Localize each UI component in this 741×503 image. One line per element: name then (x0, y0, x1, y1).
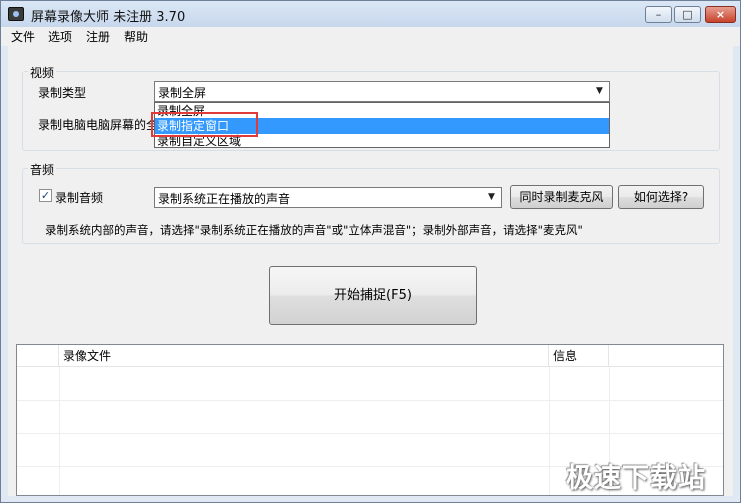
audio-source-select[interactable]: 录制系统正在播放的声音 ▼ (154, 187, 502, 208)
start-capture-button[interactable]: 开始捕捉(F5) (269, 266, 477, 325)
mic-button[interactable]: 同时录制麦克风 (510, 185, 613, 209)
menu-help[interactable]: 帮助 (124, 28, 148, 45)
title-bar: 屏幕录像大师 未注册 3.70 – □ × (1, 1, 740, 27)
how-to-choose-button[interactable]: 如何选择? (618, 185, 704, 209)
audio-source-value: 录制系统正在播放的声音 (158, 192, 291, 206)
minimize-icon: – (655, 8, 662, 21)
app-icon[interactable] (8, 7, 24, 21)
close-icon: × (715, 8, 726, 21)
site-watermark: 极速下载站 (566, 463, 706, 494)
col-index[interactable] (17, 345, 59, 367)
record-audio-checkbox[interactable]: ✓ (39, 189, 52, 202)
record-audio-label: 录制音频 (55, 191, 104, 205)
close-button[interactable]: × (705, 6, 736, 23)
menu-options[interactable]: 选项 (48, 28, 72, 45)
annotation-highlight-box (151, 112, 258, 137)
video-group-title: 视频 (28, 64, 57, 81)
window-title: 屏幕录像大师 未注册 3.70 (31, 10, 186, 25)
audio-group-title: 音频 (28, 161, 57, 178)
menu-register[interactable]: 注册 (86, 28, 110, 45)
client-area: 视频 录制类型 录制全屏 ▼ 录制电脑电脑屏幕的全 录制全屏 录制指定窗口 录制… (8, 46, 733, 496)
dropdown-arrow-icon: ▼ (596, 86, 603, 96)
app-window: 屏幕录像大师 未注册 3.70 – □ × 文件 选项 注册 帮助 视频 录制类… (0, 0, 741, 503)
record-type-value: 录制全屏 (158, 86, 207, 100)
menu-file[interactable]: 文件 (11, 28, 35, 45)
table-row (17, 368, 723, 401)
record-type-select[interactable]: 录制全屏 ▼ (154, 81, 610, 102)
audio-hint-text: 录制系统内部的声音，请选择"录制系统正在播放的声音"或"立体声混音"；录制外部声… (45, 223, 583, 237)
checkmark-icon: ✓ (40, 189, 51, 202)
col-info[interactable]: 信息 (549, 345, 609, 367)
dropdown-arrow-icon: ▼ (488, 192, 495, 202)
maximize-icon: □ (682, 8, 693, 21)
record-desc-label: 录制电脑电脑屏幕的全 (38, 118, 159, 132)
table-row (17, 401, 723, 434)
menu-bar: 文件 选项 注册 帮助 (1, 27, 740, 46)
minimize-button[interactable]: – (645, 6, 672, 23)
file-list-header: 录像文件 信息 (17, 345, 723, 367)
record-type-label: 录制类型 (38, 86, 87, 100)
col-file[interactable]: 录像文件 (59, 345, 549, 367)
maximize-button[interactable]: □ (674, 6, 701, 23)
